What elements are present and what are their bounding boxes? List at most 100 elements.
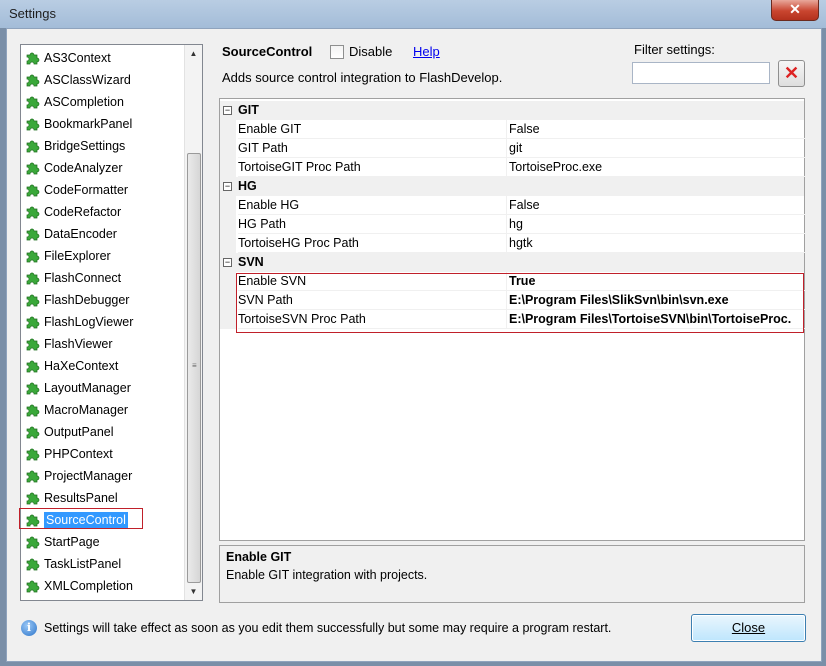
sidebar-item-ascompletion[interactable]: ASCompletion	[21, 91, 187, 113]
window-close-button[interactable]: ✕	[771, 0, 819, 21]
sidebar-item-asclasswizard[interactable]: ASClassWizard	[21, 69, 187, 91]
category-name: SVN	[238, 255, 264, 269]
property-value[interactable]: hg	[506, 215, 807, 234]
puzzle-piece-icon	[26, 250, 40, 263]
property-row[interactable]: TortoiseHG Proc Path hgtk	[220, 234, 807, 253]
puzzle-piece-icon	[26, 316, 40, 329]
sidebar-item-phpcontext[interactable]: PHPContext	[21, 443, 187, 465]
property-row[interactable]: Enable HG False	[220, 196, 807, 215]
collapse-icon[interactable]: −	[223, 258, 232, 267]
property-name[interactable]: TortoiseHG Proc Path	[238, 234, 506, 253]
sidebar-item-flashdebugger[interactable]: FlashDebugger	[21, 289, 187, 311]
sidebar-item-dataencoder[interactable]: DataEncoder	[21, 223, 187, 245]
puzzle-piece-icon	[26, 228, 40, 241]
property-name[interactable]: TortoiseGIT Proc Path	[238, 158, 506, 177]
help-link[interactable]: Help	[413, 44, 440, 59]
title-bar: Settings ✕	[0, 0, 826, 28]
sidebar-item-macromanager[interactable]: MacroManager	[21, 399, 187, 421]
puzzle-piece-icon	[26, 184, 40, 197]
puzzle-piece-icon	[26, 338, 40, 351]
collapse-icon[interactable]: −	[223, 182, 232, 191]
disable-label[interactable]: Disable	[349, 44, 392, 59]
sidebar-item-resultspanel[interactable]: ResultsPanel	[21, 487, 187, 509]
sidebar-item-label: CodeRefactor	[44, 205, 122, 219]
row-gutter	[220, 196, 236, 215]
plugin-list-scrollbar[interactable]: ▲ ≡ ▼	[184, 45, 202, 600]
disable-checkbox[interactable]	[330, 45, 344, 59]
row-gutter	[220, 234, 236, 253]
scroll-up-arrow-icon[interactable]: ▲	[185, 45, 202, 62]
clear-filter-button[interactable]: ✕	[778, 60, 805, 87]
sidebar-item-startpage[interactable]: StartPage	[21, 531, 187, 553]
category-hg[interactable]: − HG	[220, 177, 804, 196]
property-value[interactable]: git	[506, 139, 807, 158]
row-gutter	[220, 158, 236, 177]
sidebar-item-sourcecontrol[interactable]: SourceControl	[19, 508, 187, 531]
sidebar-item-codeanalyzer[interactable]: CodeAnalyzer	[21, 157, 187, 179]
sidebar-item-projectmanager[interactable]: ProjectManager	[21, 465, 187, 487]
property-name[interactable]: Enable GIT	[238, 120, 506, 139]
property-row[interactable]: HG Path hg	[220, 215, 807, 234]
filter-input[interactable]	[632, 62, 770, 84]
collapse-icon[interactable]: −	[223, 106, 232, 115]
sidebar-item-label: FlashLogViewer	[44, 315, 134, 329]
property-value[interactable]: hgtk	[506, 234, 807, 253]
scrollbar-grip-icon: ≡	[192, 361, 197, 370]
sidebar-item-xmlcompletion[interactable]: XMLCompletion	[21, 575, 187, 597]
sidebar-item-flashviewer[interactable]: FlashViewer	[21, 333, 187, 355]
property-name[interactable]: Enable HG	[238, 196, 506, 215]
sidebar-item-label: PHPContext	[44, 447, 113, 461]
plugin-list[interactable]: AS3Context ASClassWizard ASCompletion Bookm…	[19, 44, 203, 601]
sidebar-item-flashconnect[interactable]: FlashConnect	[21, 267, 187, 289]
puzzle-piece-icon	[26, 536, 40, 549]
sidebar-item-flashlogviewer[interactable]: FlashLogViewer	[21, 311, 187, 333]
row-gutter	[220, 272, 236, 291]
sidebar-item-label: ASCompletion	[44, 95, 124, 109]
sidebar-item-codeformatter[interactable]: CodeFormatter	[21, 179, 187, 201]
close-button[interactable]: Close	[691, 614, 806, 642]
property-row[interactable]: TortoiseGIT Proc Path TortoiseProc.exe	[220, 158, 807, 177]
svn-highlight-outline	[236, 273, 804, 333]
sidebar-item-coderefactor[interactable]: CodeRefactor	[21, 201, 187, 223]
row-gutter	[220, 120, 236, 139]
sidebar-item-bridgesettings[interactable]: BridgeSettings	[21, 135, 187, 157]
sidebar-item-as3context[interactable]: AS3Context	[21, 47, 187, 69]
sidebar-item-label: StartPage	[44, 535, 100, 549]
category-svn[interactable]: − SVN	[220, 253, 804, 272]
property-name[interactable]: HG Path	[238, 215, 506, 234]
property-grid[interactable]: − GIT Enable GIT False GIT Path git TortoiseGI…	[219, 98, 807, 541]
window-title: Settings	[9, 6, 56, 21]
property-name[interactable]: GIT Path	[238, 139, 506, 158]
property-value[interactable]: TortoiseProc.exe	[506, 158, 807, 177]
puzzle-piece-icon	[26, 162, 40, 175]
sidebar-item-bookmarkpanel[interactable]: BookmarkPanel	[21, 113, 187, 135]
sidebar-item-outputpanel[interactable]: OutputPanel	[21, 421, 187, 443]
row-gutter	[220, 215, 236, 234]
puzzle-piece-icon	[26, 52, 40, 65]
category-git[interactable]: − GIT	[220, 101, 804, 120]
sidebar-item-tasklistpanel[interactable]: TaskListPanel	[21, 553, 187, 575]
property-description-text: Enable GIT integration with projects.	[226, 568, 428, 582]
property-row[interactable]: Enable GIT False	[220, 120, 807, 139]
sidebar-item-haxecontext[interactable]: HaXeContext	[21, 355, 187, 377]
sidebar-item-fileexplorer[interactable]: FileExplorer	[21, 245, 187, 267]
puzzle-piece-icon	[26, 206, 40, 219]
puzzle-piece-icon	[26, 426, 40, 439]
property-row[interactable]: GIT Path git	[220, 139, 807, 158]
puzzle-piece-icon	[26, 96, 40, 109]
row-gutter	[220, 310, 236, 329]
close-button-label: Close	[731, 620, 766, 635]
category-name: HG	[238, 179, 257, 193]
scrollbar-thumb[interactable]: ≡	[187, 153, 201, 583]
red-x-icon: ✕	[783, 63, 800, 83]
property-value[interactable]: False	[506, 196, 807, 215]
property-value[interactable]: False	[506, 120, 807, 139]
sidebar-item-label: FlashConnect	[44, 271, 122, 285]
footer-message: Settings will take effect as soon as you…	[44, 621, 612, 635]
sidebar-item-label: ResultsPanel	[44, 491, 118, 505]
scroll-down-arrow-icon[interactable]: ▼	[185, 583, 202, 600]
sidebar-item-label: XMLCompletion	[44, 579, 133, 593]
row-gutter	[220, 291, 236, 310]
sidebar-item-layoutmanager[interactable]: LayoutManager	[21, 377, 187, 399]
sidebar-item-label: AS3Context	[44, 51, 111, 65]
